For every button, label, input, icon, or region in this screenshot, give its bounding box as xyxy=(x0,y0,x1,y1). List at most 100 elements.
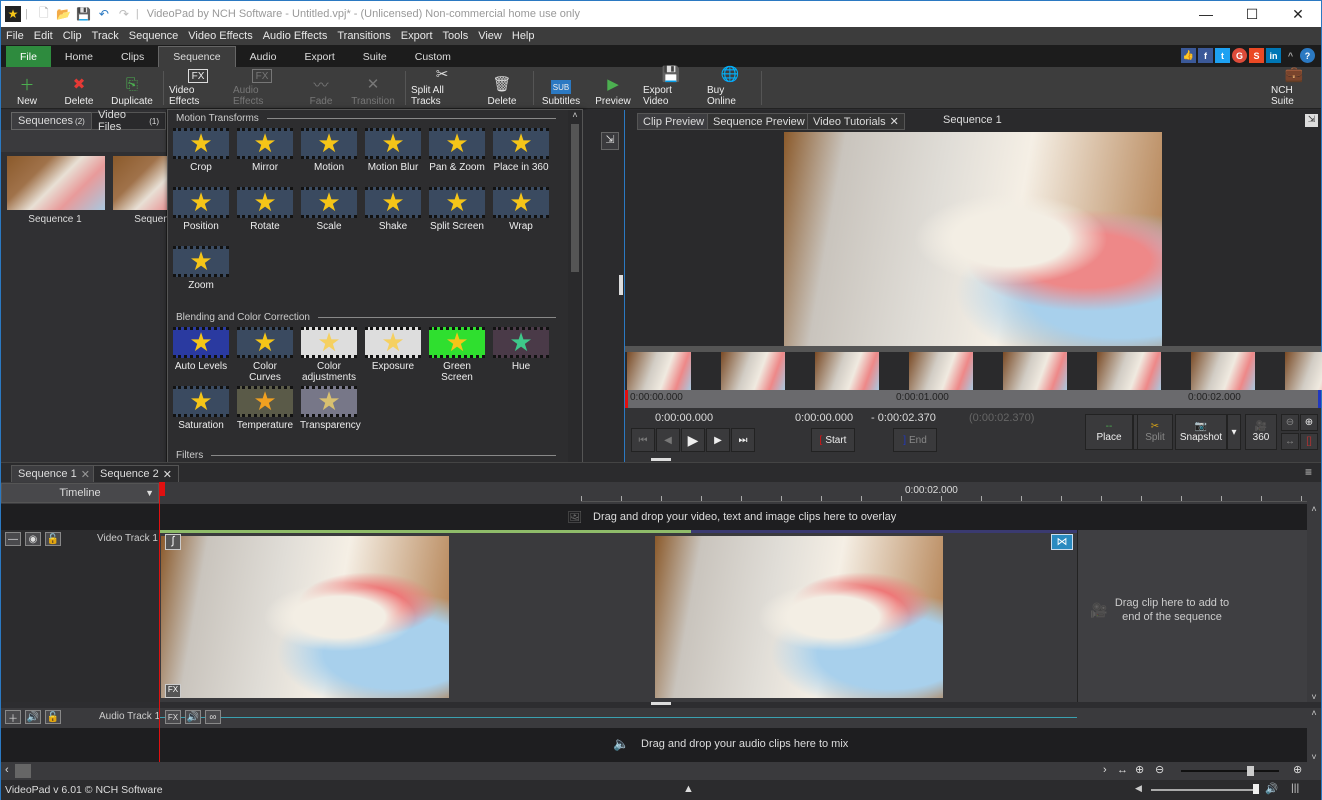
effect-wrap[interactable]: ★ Wrap xyxy=(492,187,550,232)
twitter-icon[interactable]: t xyxy=(1215,48,1230,63)
360-button[interactable]: 🎥 360 xyxy=(1245,414,1277,450)
scroll-left-icon[interactable]: ‹ xyxy=(5,764,9,776)
tab-custom[interactable]: Custom xyxy=(401,46,465,67)
track-resize-handle[interactable] xyxy=(651,702,671,705)
transition-icon[interactable]: ⋈ xyxy=(1051,534,1073,550)
set-end-button[interactable]: ] End xyxy=(893,428,937,452)
lock-icon[interactable]: 🔓 xyxy=(45,710,61,724)
audio-fx-icon[interactable]: FX xyxy=(165,710,181,724)
fade-button[interactable]: 〰 Fade xyxy=(301,69,341,108)
scroll-thumb[interactable] xyxy=(571,124,579,272)
tab-suite[interactable]: Suite xyxy=(349,46,401,67)
scroll-up-icon[interactable]: ˄ xyxy=(568,110,582,120)
video-preview[interactable] xyxy=(784,132,1162,346)
undo-icon[interactable]: ↶ xyxy=(96,6,112,22)
effect-scale[interactable]: ★ Scale xyxy=(300,187,358,232)
timeline-hscroll[interactable]: ‹ › ↔ ⊕ ⊖ ⊕ xyxy=(1,762,1321,780)
clip-fx-icon[interactable]: FX xyxy=(165,684,181,698)
audio-vscroll[interactable]: ˄ ˅ xyxy=(1307,708,1321,762)
add-track-button[interactable]: ＋ xyxy=(5,710,21,725)
effect-position[interactable]: ★ Position xyxy=(172,187,230,232)
export-video-button[interactable]: 💾 Export Video xyxy=(643,66,699,107)
video-clip[interactable] xyxy=(161,536,449,698)
menu-track[interactable]: Track xyxy=(87,30,124,42)
facebook-icon[interactable]: f xyxy=(1198,48,1213,63)
menu-sequence[interactable]: Sequence xyxy=(124,30,184,42)
fit-button[interactable]: ↔ xyxy=(1281,433,1299,450)
effect-motion-blur[interactable]: ★ Motion Blur xyxy=(364,128,422,173)
effect-zoom[interactable]: ★ Zoom xyxy=(172,246,230,291)
effect-green-screen[interactable]: ★ Green Screen xyxy=(428,327,486,383)
redo-icon[interactable]: ↷ xyxy=(116,6,132,22)
visibility-icon[interactable]: ◉ xyxy=(25,532,41,546)
open-project-icon[interactable]: 📂 xyxy=(56,6,72,22)
undock-icon[interactable]: ⇲ xyxy=(601,132,619,150)
effects-scrollbar[interactable]: ˄ ˅ xyxy=(568,110,582,470)
menu-video-effects[interactable]: Video Effects xyxy=(183,30,257,42)
menu-view[interactable]: View xyxy=(473,30,507,42)
effect-color-curves[interactable]: ★ Color Curves xyxy=(236,327,294,383)
video-track[interactable]: 🎥 Drag clip here to add to end of the se… xyxy=(1,530,1307,702)
lock-icon[interactable]: 🔓 xyxy=(45,532,61,546)
linkedin-icon[interactable]: in xyxy=(1266,48,1281,63)
fade-curve-icon[interactable]: ∫ xyxy=(165,534,181,550)
sequence-item[interactable]: Sequence 2 xyxy=(111,154,167,226)
zoom-slider[interactable] xyxy=(1181,770,1279,772)
effect-motion[interactable]: ★ Motion xyxy=(300,128,358,173)
mute-icon[interactable]: 🔊 xyxy=(25,710,41,724)
menu-icon[interactable]: ≡ xyxy=(1305,465,1312,479)
tab-clip-preview[interactable]: Clip Preview xyxy=(637,113,711,130)
menu-tools[interactable]: Tools xyxy=(438,30,474,42)
split-all-tracks-button[interactable]: ✂ Split All Tracks xyxy=(411,66,473,107)
effect-rotate[interactable]: ★ Rotate xyxy=(236,187,294,232)
effect-mirror[interactable]: ★ Mirror xyxy=(236,128,294,173)
close-tab-icon[interactable]: ✕ xyxy=(890,115,899,128)
effect-place-in-360[interactable]: ★ Place in 360 xyxy=(492,128,550,173)
split-view-button[interactable]: [] xyxy=(1300,433,1318,450)
menu-file[interactable]: File xyxy=(1,30,29,42)
tab-clips[interactable]: Clips xyxy=(107,46,158,67)
effect-auto-levels[interactable]: ★ Auto Levels xyxy=(172,327,230,372)
tab-sequences[interactable]: Sequences (2) xyxy=(11,112,92,130)
tab-video-files[interactable]: Video Files (1) xyxy=(91,109,166,133)
help-icon[interactable]: ? xyxy=(1300,48,1315,63)
fit-timeline-icon[interactable]: ↔ xyxy=(1117,764,1128,776)
go-to-start-button[interactable]: ⏮ xyxy=(631,428,655,452)
close-tab-icon[interactable]: ✕ xyxy=(81,468,90,481)
preview-ruler[interactable]: 0:00:00.000 0:00:01.000 0:00:02.000 xyxy=(625,390,1321,408)
audio-effects-button[interactable]: FX Audio Effects xyxy=(233,69,291,107)
set-start-button[interactable]: [Start xyxy=(811,428,855,452)
scroll-up-icon[interactable]: ˄ xyxy=(1307,708,1321,718)
hscroll-thumb[interactable] xyxy=(15,764,31,778)
minimize-button[interactable]: — xyxy=(1183,1,1229,27)
tab-sequence-1[interactable]: Sequence 1 ✕ xyxy=(11,465,97,483)
effect-color-adjustments[interactable]: ★ Color adjustments xyxy=(300,327,358,383)
audio-drop-zone[interactable]: 🔈 Drag and drop your audio clips here to… xyxy=(1,728,1307,762)
save-icon[interactable]: 💾 xyxy=(76,6,92,22)
tab-audio[interactable]: Audio xyxy=(236,46,291,67)
play-button[interactable]: ▶ xyxy=(681,428,705,452)
tab-sequence-2[interactable]: Sequence 2 ✕ xyxy=(93,465,179,483)
menu-clip[interactable]: Clip xyxy=(58,30,87,42)
scroll-up-icon[interactable]: ˄ xyxy=(1307,504,1321,514)
nch-suite-button[interactable]: 💼 NCH Suite xyxy=(1271,66,1317,107)
new-project-icon[interactable]: 🗋 xyxy=(36,6,52,22)
timeline-vscroll[interactable]: ˄ ˅ xyxy=(1307,504,1321,702)
zoom-slider-handle[interactable] xyxy=(1247,766,1254,776)
duplicate-button[interactable]: ⎘ Duplicate xyxy=(109,69,155,108)
snapshot-dropdown[interactable]: ▾ xyxy=(1227,414,1241,450)
delete-sequence-button[interactable]: ✖ Delete xyxy=(61,69,97,107)
close-button[interactable]: ✕ xyxy=(1275,1,1321,27)
step-forward-button[interactable]: ▶ xyxy=(706,428,730,452)
link-icon[interactable]: ∞ xyxy=(205,710,221,724)
tab-video-tutorials[interactable]: Video Tutorials ✕ xyxy=(807,113,905,130)
expand-panel-icon[interactable]: ▲ xyxy=(683,783,694,795)
effect-transparency[interactable]: ★ Transparency xyxy=(300,386,361,431)
menu-help[interactable]: Help xyxy=(507,30,540,42)
resize-handle[interactable] xyxy=(651,458,671,461)
tab-file[interactable]: File xyxy=(6,46,51,67)
collapse-ribbon-icon[interactable]: ^ xyxy=(1283,48,1298,63)
like-icon[interactable]: 👍 xyxy=(1181,48,1196,63)
menu-audio-effects[interactable]: Audio Effects xyxy=(258,30,333,42)
tab-sequence-preview[interactable]: Sequence Preview xyxy=(707,113,811,130)
